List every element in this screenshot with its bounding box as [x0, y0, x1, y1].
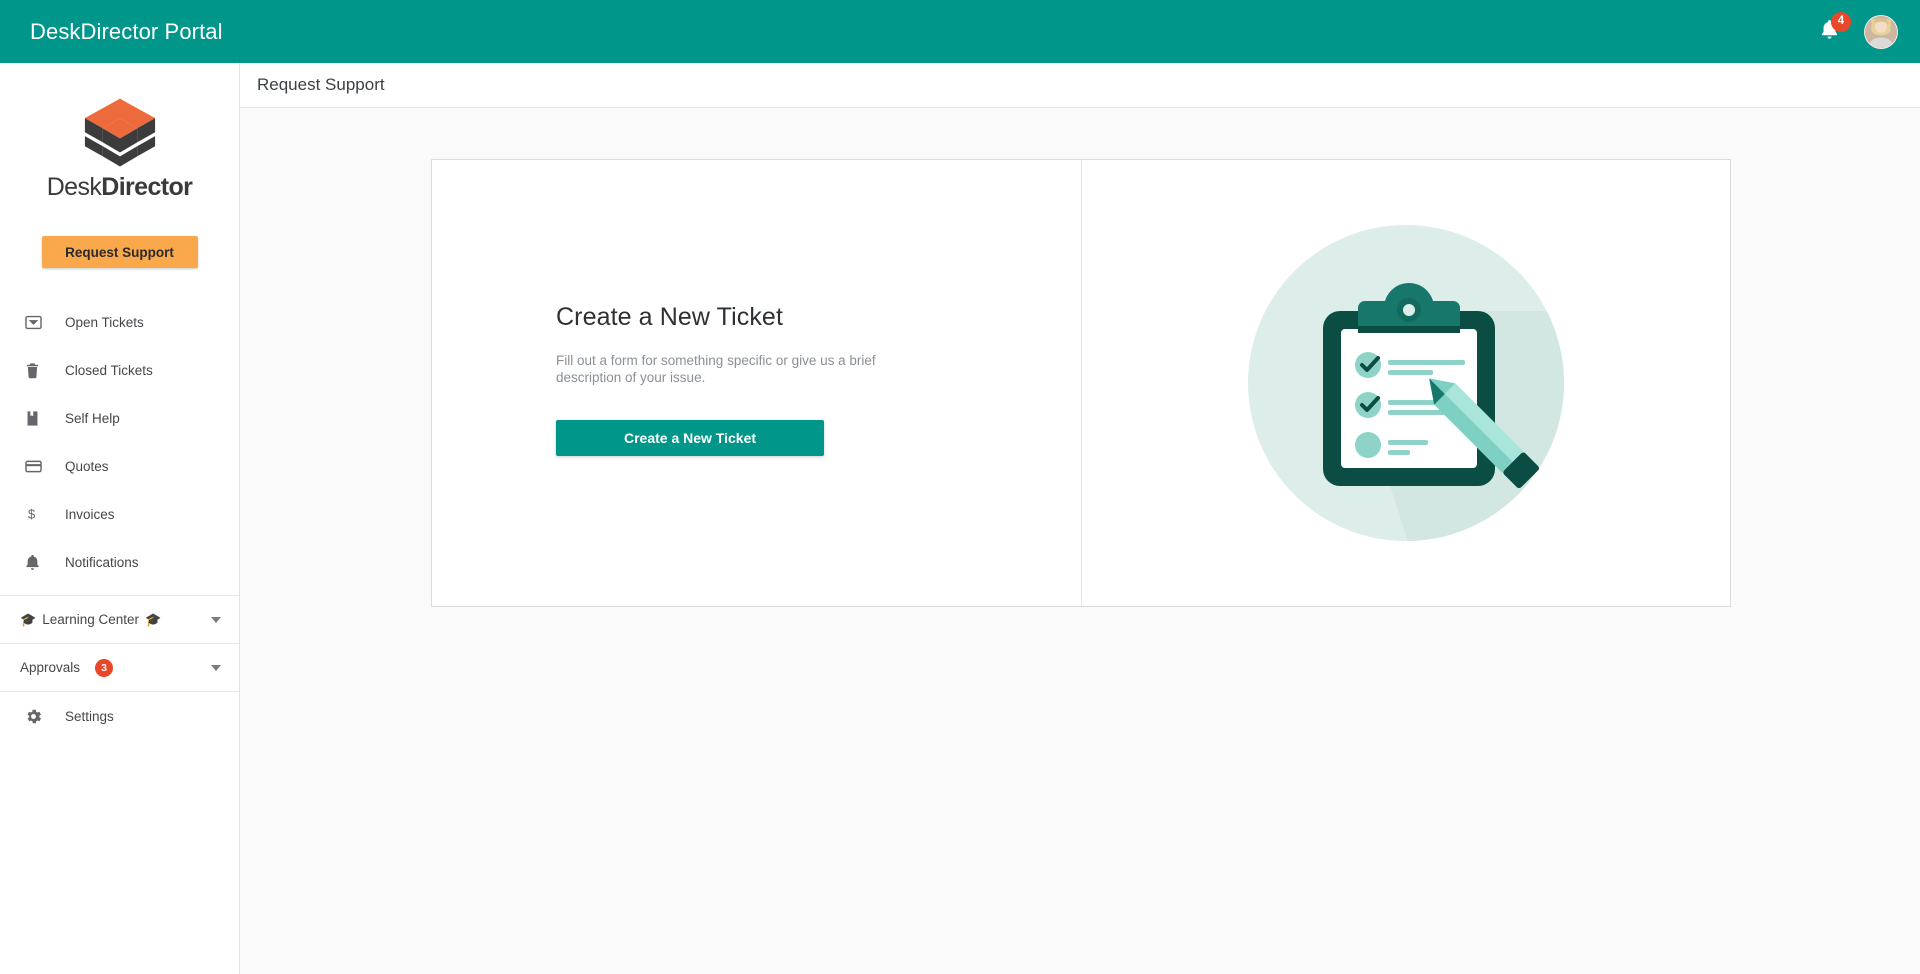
trash-icon — [24, 361, 50, 380]
brand-wordmark: DeskDirector — [47, 173, 193, 202]
request-support-button[interactable]: Request Support — [41, 236, 198, 268]
sidebar: DeskDirector Request Support Open Ticket… — [0, 63, 240, 974]
page-header: Request Support — [240, 63, 1920, 108]
sidebar-item-closed-tickets[interactable]: Closed Tickets — [0, 346, 239, 394]
graduation-cap-icon-left: 🎓 — [20, 611, 37, 627]
svg-text:$: $ — [28, 507, 36, 522]
sidebar-item-quotes[interactable]: Quotes — [0, 442, 239, 490]
card-subtext: Fill out a form for something specific o… — [556, 353, 876, 386]
chevron-down-icon[interactable] — [211, 664, 221, 671]
brand-word-light: Desk — [46, 173, 102, 201]
sidebar-group-approvals[interactable]: Approvals 3 — [0, 644, 239, 692]
top-app-bar: DeskDirector Portal 4 — [0, 0, 1920, 63]
approvals-badge: 3 — [95, 658, 114, 677]
notifications-badge: 4 — [1831, 11, 1851, 32]
sidebar-group-label: Approvals — [20, 660, 81, 675]
sidebar-item-settings[interactable]: Settings — [0, 692, 239, 740]
sidebar-item-label: Settings — [65, 708, 114, 724]
sidebar-item-label: Quotes — [65, 458, 109, 474]
sidebar-item-label: Notifications — [65, 554, 139, 570]
sidebar-item-label: Open Tickets — [65, 314, 144, 330]
page-title: Request Support — [257, 75, 385, 94]
sidebar-group-learning-center[interactable]: 🎓 Learning Center 🎓 — [0, 596, 239, 644]
avatar[interactable] — [1864, 14, 1898, 49]
card-right-panel — [1082, 160, 1731, 606]
sidebar-group-label: Learning Center — [42, 612, 140, 627]
sidebar-item-open-tickets[interactable]: Open Tickets — [0, 298, 239, 346]
app-title: DeskDirector Portal — [30, 18, 223, 44]
sidebar-item-invoices[interactable]: $ Invoices — [0, 490, 239, 538]
sidebar-item-label: Invoices — [65, 506, 115, 522]
main-content: Create a New Ticket Fill out a form for … — [240, 108, 1920, 974]
gear-icon — [24, 707, 50, 726]
deskdirector-logo-icon — [81, 97, 159, 169]
brand-word-bold: Director — [101, 173, 193, 201]
create-new-ticket-button[interactable]: Create a New Ticket — [556, 419, 824, 456]
graduation-cap-icon-right: 🎓 — [145, 611, 162, 627]
sidebar-item-label: Self Help — [65, 410, 120, 426]
sidebar-item-notifications[interactable]: Notifications — [0, 538, 239, 586]
clipboard-checklist-pencil-illustration — [1216, 193, 1596, 573]
credit-card-icon — [24, 457, 50, 476]
sidebar-nav: Open Tickets Closed Tickets Self Help Qu… — [0, 298, 239, 586]
topbar-actions: 4 — [1816, 11, 1898, 49]
sidebar-item-label: Closed Tickets — [65, 362, 153, 378]
chevron-down-icon[interactable] — [211, 616, 221, 623]
dollar-icon: $ — [24, 504, 50, 524]
bell-icon — [24, 553, 50, 572]
brand-logo[interactable]: DeskDirector — [0, 63, 239, 202]
inbox-icon — [24, 313, 50, 332]
card-left-panel: Create a New Ticket Fill out a form for … — [432, 160, 1082, 606]
sidebar-item-self-help[interactable]: Self Help — [0, 394, 239, 442]
card-headline: Create a New Ticket — [556, 303, 783, 331]
book-icon — [24, 409, 50, 428]
notifications-button[interactable]: 4 — [1816, 11, 1851, 47]
create-ticket-card: Create a New Ticket Fill out a form for … — [431, 159, 1731, 607]
